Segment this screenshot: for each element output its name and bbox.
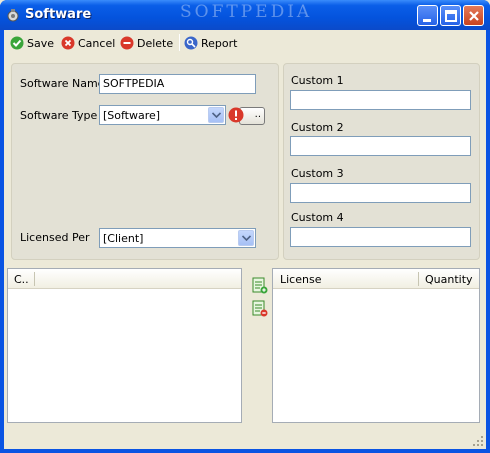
custom-2-label: Custom 2 — [291, 121, 344, 134]
column-header[interactable]: C.. — [14, 273, 29, 286]
list-header: C.. — [8, 269, 241, 289]
cancel-icon — [61, 36, 75, 50]
add-row-icon[interactable] — [252, 277, 268, 295]
remove-row-icon[interactable] — [252, 300, 268, 318]
delete-icon — [120, 36, 134, 50]
licensed-per-label: Licensed Per — [20, 231, 90, 244]
list-header: License Quantity — [273, 269, 479, 289]
software-type-value: [Software] — [103, 109, 161, 122]
minimize-icon — [423, 19, 431, 22]
custom-4-label: Custom 4 — [291, 211, 344, 224]
resize-grip-icon[interactable] — [472, 435, 484, 447]
client-area: Save Cancel Delete Report Software Name … — [4, 30, 486, 449]
custom-3-label: Custom 3 — [291, 167, 344, 180]
browse-type-label: .. — [254, 109, 261, 120]
quantity-column-header[interactable]: Quantity — [425, 273, 473, 286]
title-bar[interactable]: Software SOFTPEDIA — [0, 0, 490, 30]
maximize-icon — [445, 10, 457, 22]
custom-4-field[interactable] — [290, 227, 471, 247]
report-label: Report — [201, 36, 238, 50]
toolbar: Save Cancel Delete Report — [4, 30, 486, 56]
software-name-label: Software Name — [20, 77, 105, 90]
toolbar-separator — [179, 34, 180, 51]
report-button[interactable]: Report — [184, 34, 237, 52]
app-window: Software SOFTPEDIA Save Cancel Delete Re… — [0, 0, 490, 453]
custom-fields-panel: Custom 1 Custom 2 Custom 3 Custom 4 — [283, 63, 480, 260]
software-type-dropdown[interactable]: [Software] — [99, 105, 226, 125]
save-button[interactable]: Save — [10, 34, 54, 52]
maximize-button[interactable] — [440, 5, 461, 26]
software-name-field[interactable]: SOFTPEDIA — [99, 74, 256, 94]
column-divider[interactable] — [418, 272, 419, 286]
chevron-down-icon[interactable] — [238, 230, 254, 246]
license-list[interactable]: License Quantity — [272, 268, 480, 423]
software-details-panel: Software Name SOFTPEDIA Software Type [S… — [11, 63, 279, 260]
cancel-button[interactable]: Cancel — [61, 34, 115, 52]
window-title: Software — [25, 7, 92, 22]
license-column-header[interactable]: License — [280, 273, 321, 286]
licensed-per-dropdown[interactable]: [Client] — [99, 228, 256, 248]
software-type-label: Software Type — [20, 109, 98, 122]
error-icon — [228, 107, 244, 123]
column-divider[interactable] — [34, 272, 35, 286]
save-label: Save — [27, 36, 55, 50]
delete-label: Delete — [137, 36, 174, 50]
custom-2-field[interactable] — [290, 136, 471, 156]
chevron-down-icon[interactable] — [208, 107, 224, 123]
app-icon — [7, 9, 19, 22]
close-button[interactable] — [463, 5, 484, 26]
components-list[interactable]: C.. — [7, 268, 242, 423]
report-icon — [184, 36, 198, 50]
cancel-label: Cancel — [78, 36, 116, 50]
custom-1-label: Custom 1 — [291, 74, 344, 87]
licensed-per-value: [Client] — [103, 232, 144, 245]
delete-button[interactable]: Delete — [120, 34, 173, 52]
minimize-button[interactable] — [417, 5, 438, 26]
custom-1-field[interactable] — [290, 90, 471, 110]
check-icon — [10, 36, 24, 50]
watermark-text: SOFTPEDIA — [180, 2, 313, 22]
custom-3-field[interactable] — [290, 183, 471, 203]
close-icon — [469, 11, 479, 21]
